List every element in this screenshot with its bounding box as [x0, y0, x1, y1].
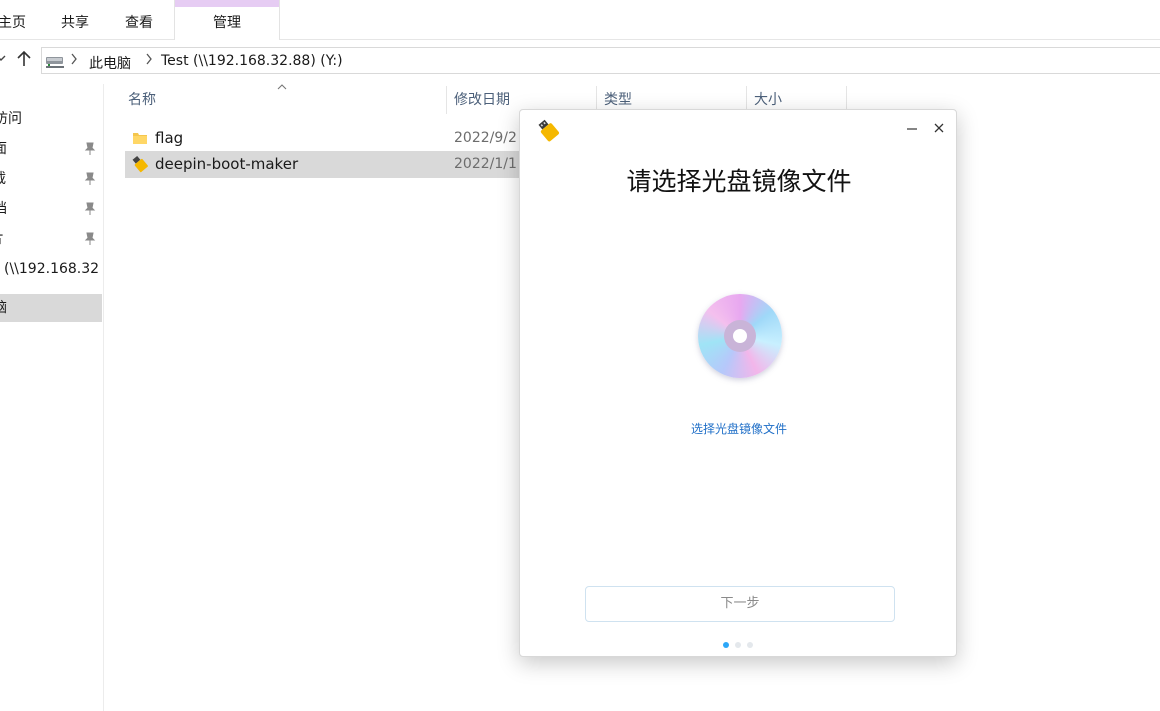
- breadcrumb-this-pc[interactable]: 此电脑: [89, 53, 131, 73]
- dialog-title: 请选择光盘镜像文件: [626, 167, 852, 196]
- nav-item-label: 片: [0, 225, 4, 253]
- chevron-right-icon[interactable]: [70, 51, 78, 70]
- address-row: 此电脑 Test (\\192.168.32.88) (Y:): [0, 46, 1160, 75]
- file-date: 2022/1/1: [454, 156, 517, 172]
- tab-manage[interactable]: 管理: [174, 0, 280, 40]
- step-dot-active: [723, 642, 729, 648]
- tab-view[interactable]: 查看: [119, 0, 159, 40]
- file-name: deepin-boot-maker: [155, 155, 299, 173]
- column-header-date[interactable]: 修改日期: [454, 84, 510, 114]
- pin-icon[interactable]: [84, 202, 96, 216]
- sort-up-icon: [277, 80, 287, 94]
- nav-item-downloads[interactable]: 载: [0, 165, 104, 193]
- nav-item-label: 面: [0, 135, 7, 163]
- pin-icon[interactable]: [84, 172, 96, 186]
- step-dot: [747, 642, 753, 648]
- usb-drive-icon: [536, 118, 560, 146]
- chevron-right-icon[interactable]: [145, 51, 153, 70]
- pin-icon[interactable]: [84, 142, 96, 156]
- next-button[interactable]: 下一步: [585, 586, 895, 622]
- tab-share[interactable]: 共享: [55, 0, 95, 40]
- nav-item-label: 档: [0, 195, 7, 223]
- nav-item-pictures[interactable]: 片: [0, 225, 104, 253]
- select-image-link[interactable]: 选择光盘镜像文件: [520, 420, 958, 437]
- chevron-down-icon[interactable]: [0, 49, 6, 67]
- network-drive-icon: [45, 53, 65, 73]
- minimize-icon[interactable]: [900, 118, 924, 142]
- pin-icon[interactable]: [84, 232, 96, 246]
- nav-item-label: 载: [0, 165, 6, 193]
- column-divider[interactable]: [446, 86, 447, 114]
- nav-item-documents[interactable]: 档: [0, 195, 104, 223]
- navigation-pane: 访问 面 载 档 片 (\\192.168.32 脑: [0, 84, 104, 711]
- ribbon-bar: 主页 共享 查看 管理: [0, 0, 1160, 40]
- boot-maker-dialog: 请选择光盘镜像文件 选择光盘镜像文件 下一步: [519, 109, 957, 657]
- file-row-deepin-boot-maker[interactable]: deepin-boot-maker 2022/1/1: [125, 151, 525, 178]
- address-bar[interactable]: 此电脑 Test (\\192.168.32.88) (Y:): [41, 47, 1160, 74]
- nav-item-label: (\\192.168.32: [4, 261, 100, 277]
- file-name: flag: [155, 129, 184, 147]
- tab-home[interactable]: 主页: [0, 0, 32, 40]
- screen: 主页 共享 查看 管理 此电脑 Test (\\192.168.32.88) (…: [0, 0, 1160, 711]
- step-dot: [735, 642, 741, 648]
- file-row-flag[interactable]: flag 2022/9/2: [125, 125, 525, 152]
- nav-item-network-drive[interactable]: (\\192.168.32: [0, 255, 104, 283]
- nav-item-this-pc[interactable]: 脑: [0, 294, 102, 322]
- column-header-name[interactable]: 名称: [128, 84, 156, 114]
- nav-item-label: 访问: [0, 111, 22, 127]
- close-icon[interactable]: [927, 118, 951, 142]
- usb-drive-icon: [131, 155, 149, 177]
- nav-item-quick-access[interactable]: 访问: [0, 105, 104, 133]
- nav-item-label: 脑: [0, 294, 7, 322]
- nav-item-desktop[interactable]: 面: [0, 135, 104, 163]
- folder-icon: [132, 130, 148, 150]
- disc-icon[interactable]: [698, 294, 782, 378]
- arrow-up-icon[interactable]: [16, 50, 32, 72]
- file-date: 2022/9/2: [454, 130, 517, 146]
- breadcrumb-test-drive[interactable]: Test (\\192.168.32.88) (Y:): [161, 53, 343, 69]
